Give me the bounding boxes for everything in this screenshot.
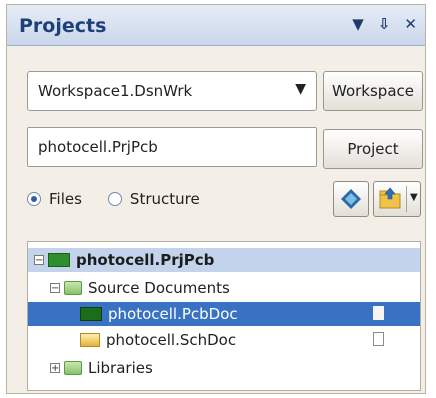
files-radio[interactable] [27, 192, 41, 206]
project-field-value: photocell.PrjPcb [38, 138, 158, 156]
tree-item-project[interactable]: − photocell.PrjPcb [28, 248, 420, 272]
workspace-dropdown-value: Workspace1.DsnWrk [38, 82, 193, 100]
files-radio-label[interactable]: Files [49, 190, 82, 208]
tree-item-label: photocell.PrjPcb [76, 251, 215, 269]
tree-item-label: Source Documents [88, 279, 230, 297]
panel-controls: ▼ ⇩ ✕ [352, 15, 417, 33]
tree-item-label: photocell.SchDoc [106, 331, 237, 349]
split-dropdown-icon: ▼ [410, 192, 418, 203]
dropdown-arrow-icon: ▼ [295, 81, 306, 97]
tree-item-libraries[interactable]: + Libraries [28, 356, 420, 380]
project-field[interactable]: photocell.PrjPcb [27, 127, 317, 167]
expand-icon[interactable]: + [50, 363, 60, 374]
structure-radio[interactable] [107, 192, 122, 206]
tree-item-label: Libraries [88, 359, 153, 377]
tree-item-schdoc[interactable]: photocell.SchDoc [28, 328, 420, 352]
project-button[interactable]: Project [323, 129, 423, 169]
close-icon[interactable]: ✕ [404, 15, 417, 33]
projects-panel: Projects ▼ ⇩ ✕ Workspace1.DsnWrk ▼ Works… [6, 4, 426, 394]
project-icon [48, 253, 70, 267]
tree-item-source-documents[interactable]: − Source Documents [28, 276, 420, 300]
refresh-projects-button[interactable] [333, 181, 369, 217]
split-divider [406, 186, 407, 212]
structure-radio-label[interactable]: Structure [130, 190, 200, 208]
tree-item-label: photocell.PcbDoc [108, 305, 238, 323]
view-mode-radio-group: Files Structure [27, 187, 226, 211]
project-tree[interactable]: − photocell.PrjPcb − Source Documents ph… [27, 241, 421, 391]
pcb-document-icon [80, 307, 102, 321]
project-options-split-button[interactable]: ▼ [373, 181, 421, 217]
tree-item-pcbdoc[interactable]: photocell.PcbDoc [28, 302, 420, 326]
document-status-icon [373, 332, 384, 346]
panel-menu-icon[interactable]: ▼ [352, 15, 364, 33]
project-update-icon [341, 189, 361, 209]
collapse-icon[interactable]: − [50, 283, 60, 294]
panel-title: Projects [19, 15, 107, 37]
folder-icon [64, 361, 82, 375]
folder-up-icon [379, 187, 401, 209]
workspace-button[interactable]: Workspace [323, 71, 423, 111]
pin-icon[interactable]: ⇩ [378, 15, 391, 33]
document-status-icon [373, 306, 384, 320]
folder-icon [64, 281, 82, 295]
schematic-document-icon [80, 333, 100, 347]
collapse-icon[interactable]: − [34, 255, 44, 266]
workspace-dropdown[interactable]: Workspace1.DsnWrk ▼ [27, 71, 317, 111]
panel-titlebar: Projects ▼ ⇩ ✕ [7, 5, 425, 46]
